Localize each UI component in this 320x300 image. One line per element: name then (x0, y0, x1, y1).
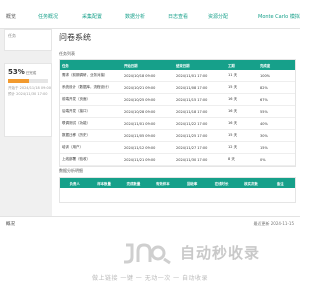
section-task-list: 任务列表 (59, 51, 75, 56)
progress-percent: 53%已完成 (8, 68, 36, 76)
task-table: 任务 开始日期 结束日期 工期 完成度 需求（前期调研，业务对接） 2024/10/18 … (60, 60, 295, 166)
table-cell: 2024/11/15 17:00 (174, 93, 226, 106)
footer-label: 概况 (6, 222, 15, 227)
analysis-table-panel: 负责人 样本数量 完成数量 有效样本 回收率 在线时长 核实次数 备注 (59, 177, 296, 203)
table-cell: 2024/10/18 09:00 (122, 70, 174, 82)
table-cell: 40% (258, 117, 295, 130)
table-cell: 2024/11/30 17:00 (174, 153, 226, 166)
table-cell: 15 天 (226, 81, 258, 94)
nav-item-monte-carlo[interactable]: Monte Carlo 模拟 (258, 13, 300, 20)
analysis-table-header-cell: 样本数量 (89, 178, 119, 188)
table-cell: 11 天 (226, 70, 258, 82)
table-cell: 2024/11/18 17:00 (174, 105, 226, 118)
table-cell: 2024/11/12 09:00 (122, 141, 174, 154)
progress-bar (8, 79, 48, 83)
table-cell: 8 天 (226, 153, 258, 166)
footer: 概况 最近更新 2024-11-15 (0, 216, 300, 231)
table-row[interactable]: 联调测试（功能） 2024/11/01 09:00 2024/11/22 17:00… (60, 117, 295, 130)
table-cell: 16 天 (226, 105, 258, 118)
task-table-panel: 任务 开始日期 结束日期 工期 完成度 需求（前期调研，业务对接） 2024/10/18 … (59, 59, 296, 167)
analysis-table-header-cell: 备注 (265, 178, 295, 188)
progress-end: 预计 2024/11/30 17:00 (8, 92, 48, 96)
page-title: 问卷系统 (59, 33, 91, 42)
sidebar: 任务 53%已完成 开始于 2024/11/18 09:00 预计 2024/1… (0, 29, 52, 216)
table-cell: 2024/11/05 09:00 (122, 129, 174, 142)
nav-item-resources[interactable]: 资源分配 (208, 13, 228, 20)
watermark-logo-icon (124, 243, 171, 265)
analysis-table-header-cell: 回收率 (177, 178, 207, 188)
table-cell: 2024/11/27 17:00 (174, 141, 226, 154)
watermark: 自动秒收录 做上链接 一键 一 无动一次 一 自动收录 (0, 231, 300, 300)
task-table-header-cell: 任务 (60, 60, 122, 70)
analysis-table: 负责人 样本数量 完成数量 有效样本 回收率 在线时长 核实次数 备注 (60, 178, 295, 202)
nav-item-data-analysis[interactable]: 数据分析 (125, 13, 145, 20)
progress-percent-value: 53% (8, 68, 25, 76)
task-table-header-cell: 结束日期 (174, 60, 226, 70)
task-card[interactable]: 任务 (4, 29, 52, 51)
table-row[interactable]: 前端开发（页面） 2024/10/25 09:00 2024/11/15 17:00… (60, 93, 295, 106)
table-cell: 需求（前期调研，业务对接） (60, 70, 122, 82)
analysis-table-header-cell: 完成数量 (118, 178, 149, 188)
table-cell: 16 天 (226, 93, 258, 106)
analysis-table-header-cell: 有效样本 (148, 178, 178, 188)
nav-item-task-overview[interactable]: 任务概况 (38, 13, 58, 20)
table-cell: 2024/11/22 17:00 (174, 117, 226, 130)
table-cell: 2024/11/01 17:00 (174, 70, 226, 82)
table-cell: 100% (258, 70, 295, 82)
table-cell: 2024/11/08 17:00 (174, 81, 226, 94)
task-table-header-cell: 工期 (226, 60, 258, 70)
progress-bar-fill (8, 79, 30, 83)
progress-start: 开始于 2024/11/18 09:00 (8, 86, 51, 90)
table-cell: 2024/11/01 09:00 (122, 117, 174, 130)
table-row[interactable]: 系统设计（数据库，流程设计） 2024/10/21 09:00 2024/11/08… (60, 81, 295, 94)
table-row[interactable]: 数据迁移（历史） 2024/11/05 09:00 2024/11/25 17:00… (60, 129, 295, 142)
main-content: 问卷系统 任务列表 任务 开始日期 结束日期 工期 完成度 需求（前期调研，业务对接） 2… (55, 29, 300, 216)
analysis-table-header-cell: 在线时长 (206, 178, 237, 188)
table-row[interactable]: 后端开发（接口） 2024/10/28 09:00 2024/11/18 17:00… (60, 105, 295, 118)
table-cell: 30% (258, 129, 295, 142)
table-cell: 82% (258, 81, 295, 94)
nav-item-logs[interactable]: 日志查看 (168, 13, 188, 20)
task-table-header-cell: 开始日期 (122, 60, 174, 70)
table-cell: 前端开发（页面） (60, 93, 122, 106)
table-cell: 2024/11/25 17:00 (174, 129, 226, 142)
table-cell: 联调测试（功能） (60, 117, 122, 130)
table-cell: 16 天 (226, 117, 258, 130)
analysis-empty-row (60, 188, 295, 202)
table-cell: 系统设计（数据库，流程设计） (60, 81, 122, 94)
table-cell: 上线部署（验收） (60, 153, 122, 166)
table-cell: 数据迁移（历史） (60, 129, 122, 142)
table-cell: 2024/11/21 09:00 (122, 153, 174, 166)
table-cell: 15 天 (226, 129, 258, 142)
section-analysis: 数据分析明细 (59, 168, 83, 173)
table-cell: 培训（用户） (60, 141, 122, 154)
table-cell: 2024/10/25 09:00 (122, 93, 174, 106)
table-cell: 55% (258, 105, 295, 118)
table-cell: 12 天 (226, 141, 258, 154)
watermark-slogan: 做上链接 一键 一 无动一次 一 自动收录 (91, 275, 209, 282)
watermark-title: 自动秒收录 (180, 244, 261, 262)
task-card-label: 任务 (8, 33, 16, 38)
table-cell: 2024/10/28 09:00 (122, 105, 174, 118)
table-cell: 后端开发（接口） (60, 105, 122, 118)
table-row[interactable]: 需求（前期调研，业务对接） 2024/10/18 09:00 2024/11/01 … (60, 70, 295, 82)
table-row[interactable]: 培训（用户） 2024/11/12 09:00 2024/11/27 17:00 12… (60, 141, 295, 154)
table-cell: 15% (258, 141, 295, 154)
task-table-header-cell: 完成度 (258, 60, 295, 70)
footer-updated: 最近更新 2024-11-15 (253, 221, 294, 226)
analysis-table-header-cell: 核实次数 (236, 178, 266, 188)
table-cell: 0% (258, 153, 295, 166)
progress-unit: 已完成 (25, 71, 37, 75)
top-nav: 概览 任务概况 采集配置 数据分析 日志查看 资源分配 Monte Carlo … (0, 0, 300, 29)
table-cell: 2024/10/21 09:00 (122, 81, 174, 94)
progress-card: 53%已完成 开始于 2024/11/18 09:00 预计 2024/11/3… (4, 63, 52, 137)
nav-home[interactable]: 概览 (6, 13, 16, 20)
table-row[interactable]: 上线部署（验收） 2024/11/21 09:00 2024/11/30 17:00… (60, 153, 295, 166)
nav-item-collection-config[interactable]: 采集配置 (82, 13, 102, 20)
analysis-table-header-cell: 负责人 (60, 178, 90, 188)
table-cell: 67% (258, 93, 295, 106)
